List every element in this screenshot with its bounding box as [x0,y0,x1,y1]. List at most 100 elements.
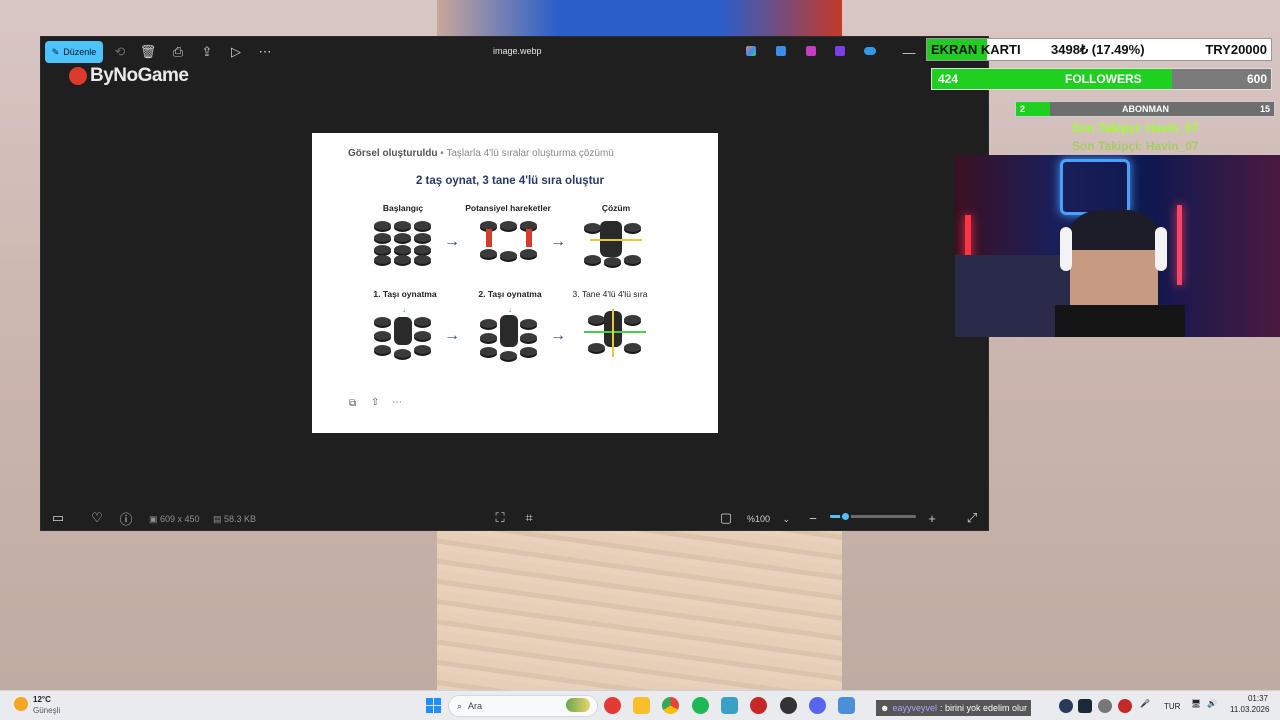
edit-button[interactable]: ✎ Düzenle [45,41,103,63]
arrow-right-icon: → [550,233,566,250]
fullscreen-icon[interactable]: ⤢ [961,507,983,529]
move-1-disk-grid: ↓ [374,305,436,359]
media-player-icon[interactable] [604,697,621,714]
arrow-right-icon: → [444,327,460,344]
widget-icon[interactable] [566,698,590,712]
clipchamp-icon[interactable] [806,46,816,56]
arrow-right-icon: → [550,327,566,344]
app-icon[interactable] [750,697,767,714]
headphone [1060,227,1072,271]
diagram-title: 2 taş oynat, 3 tane 4'lü sıra oluştur [415,175,605,187]
shirt [1055,305,1185,337]
minimize-icon[interactable]: — [898,41,920,63]
search-icon: ⌕ [457,700,463,711]
filmstrip-icon[interactable]: ▭ [47,507,69,529]
gpu-goal-target: TRY20000 [1205,42,1267,57]
tray-app-icon[interactable] [1098,699,1112,713]
stream-background-wood [437,531,842,691]
image-header-title: Görsel oluşturuldu [348,148,438,159]
label-move-1: 1. Taşı oynatma [373,289,437,299]
followers-current: 424 [938,72,959,86]
slideshow-icon[interactable]: ▷ [225,41,247,63]
headphone [1155,227,1167,271]
fit-icon[interactable]: ⛶ [489,507,511,529]
dimensions-label: ▣ 609 x 450 [149,514,200,524]
label-solution: Çözüm [601,203,631,213]
share-icon[interactable]: ⇪ [196,41,218,63]
rotate-icon[interactable]: ⟲ [109,41,131,63]
zoom-slider[interactable] [830,511,916,522]
language-indicator[interactable]: TUR [1164,702,1180,711]
favorite-icon[interactable]: ♡ [86,507,108,529]
share-icon[interactable]: ⇧ [371,397,379,408]
label-move-2: 2. Taşı oynatma [478,289,542,299]
zoom-out-icon[interactable]: − [802,507,824,529]
app-icon[interactable] [835,46,845,56]
spotify-icon[interactable] [692,697,709,714]
steam-icon[interactable] [1078,699,1092,713]
weather-icon[interactable] [14,697,28,711]
arrow-right-icon: → [444,233,460,250]
zoom-level-select[interactable]: %100 ⌄ [747,514,790,525]
clock[interactable]: 01:37 11.03.2026 [1230,694,1269,714]
zoom-in-icon[interactable]: + [921,507,943,529]
label-move-3: 3. Tane 4'lü 4'lü sıra [572,289,648,299]
stream-background-person [437,0,842,36]
followers-goal: 600 [1246,72,1267,86]
label-potential-moves: Potansiyel hareketler [465,203,551,213]
crop-icon[interactable]: ⌗ [518,507,540,529]
actual-size-icon[interactable]: ▢ [715,507,737,529]
print-icon[interactable]: ⎙ [167,41,189,63]
zoom-slider-knob[interactable] [839,511,851,522]
edit-button-label: Düzenle [63,47,97,57]
app-icon[interactable] [721,697,738,714]
chat-message: ☻ eayyveyvel : birini yok edelim olur [876,700,1032,716]
designer-icon[interactable] [776,46,786,56]
search-placeholder: Ara [468,701,483,711]
image-header-subtitle: • Taşlarla 4'lü sıralar oluşturma çözümü [440,148,614,159]
delete-icon[interactable]: 🗑 [137,41,159,63]
chevron-down-icon: ⌄ [782,514,791,524]
clock-time: 01:37 [1247,694,1268,703]
potential-moves-grid [480,221,542,266]
info-icon[interactable]: ⓘ [115,507,137,529]
watermark-text: ByNoGame [90,65,189,86]
bandana [1065,210,1163,250]
more-options-icon[interactable]: ⋯ [254,41,276,63]
image-header: Görsel oluşturuldu • Taşlarla 4'lü sıral… [348,148,614,159]
last-follower-text-faded: Son Takipçi: Havin_07 [1072,139,1199,153]
last-follower-text: Son Takipçi: Havin_07 [1072,121,1199,135]
more-options-icon[interactable]: ⋯ [392,397,402,408]
start-disk-grid [374,221,436,266]
onedrive-icon[interactable] [864,47,876,55]
discord-icon[interactable] [809,697,826,714]
bynogame-watermark: ByNoGame [69,65,189,87]
chat-text: : birini yok edelim olur [940,703,1028,713]
weather-temp[interactable]: 12°C [33,695,51,704]
window-title: image.webp [493,46,542,56]
photos-icon[interactable] [838,697,855,714]
subscribers-goal: 15 [1259,104,1270,114]
tray-app-icon[interactable] [1059,699,1073,713]
weather-desc[interactable]: Güneşli [33,706,60,715]
bynogame-logo-icon [69,67,87,85]
copy-icon[interactable]: ⧉ [349,398,356,409]
tray-app-icon[interactable] [1118,699,1132,713]
webcam-feed [955,155,1280,337]
copilot-icon[interactable] [746,46,756,56]
file-explorer-icon[interactable] [633,697,650,714]
volume-icon[interactable]: 🔊 [1207,699,1217,708]
label-start: Başlangıç [382,203,424,213]
app-icon[interactable] [780,697,797,714]
zoom-level-value: %100 [747,514,771,524]
chrome-icon[interactable] [662,697,679,714]
start-menu-icon[interactable] [426,698,441,713]
chat-avatar-icon: ☻ [880,703,890,713]
network-icon[interactable]: 🖥 [1191,699,1201,708]
followers-goal-bar: 424 FOLLOWERS 600 [931,68,1272,90]
gpu-goal-value: 3498₺ (17.49%) [1051,42,1145,57]
image-content: Görsel oluşturuldu • Taşlarla 4'lü sıral… [312,133,718,433]
move-3-disk-grid [584,309,646,359]
windows-taskbar: 12°C Güneşli ⌕ Ara 🎤 TUR 🖥 🔊 01:37 11.03… [0,690,1280,720]
microphone-icon[interactable]: 🎤 [1140,699,1150,708]
